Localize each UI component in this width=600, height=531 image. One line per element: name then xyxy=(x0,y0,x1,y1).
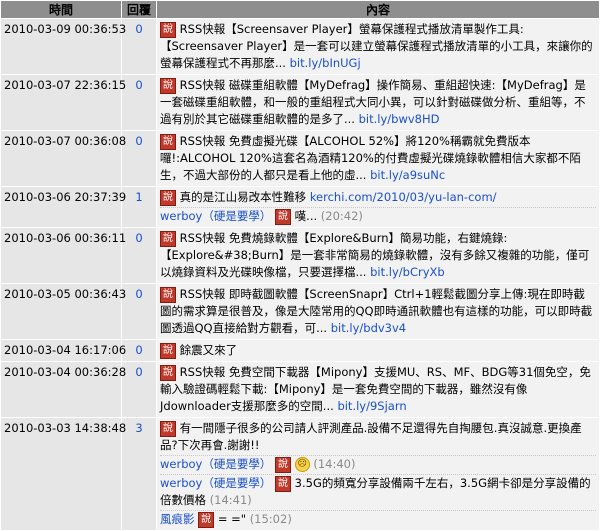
row-time: 2010-03-05 00:36:43 xyxy=(0,283,126,340)
message-text: 有一間隱子很多的公司請人評測產品.設備不足還得先自掏腰包.真沒誠意.更換產品?下… xyxy=(160,421,582,452)
reply-count-link[interactable]: 0 xyxy=(135,22,142,36)
say-badge: 說 xyxy=(160,230,176,247)
row-time: 2010-03-06 20:37:39 xyxy=(0,186,126,228)
message-text: 真的是江山易改本性難移 xyxy=(179,190,310,204)
row-content: 說 RSS快報 免費燒錄軟體【Explore&Burn】簡易功能，右鍵燒錄:【E… xyxy=(156,227,600,284)
message-text: RSS快報【Screensaver Player】螢幕保護程式播放清單製作工具:… xyxy=(160,22,593,70)
message-link[interactable]: bit.ly/bdv3v4 xyxy=(331,321,406,335)
say-badge: 說 xyxy=(275,475,292,492)
table-row: 2010-03-05 00:36:43 0 說 RSS快報 即時截圖軟體【Scree… xyxy=(0,283,600,340)
table-row: 2010-03-04 00:36:28 0 說 RSS快報 免費空間下載器【Mipo… xyxy=(0,361,600,418)
row-content: 說 真的是江山易改本性難移 kerchi.com/2010/03/yu-lan-… xyxy=(156,186,600,228)
message-text: 餘震又來了 xyxy=(179,343,238,357)
row-content: 說 RSS快報 免費空間下載器【Mipony】支援MU、RS、MF、BDG等31… xyxy=(156,361,600,418)
reply-count-link[interactable]: 0 xyxy=(135,78,142,92)
table-row: 2010-03-03 14:38:48 3 說 有一間隱子很多的公司請人評測產品.設… xyxy=(0,417,600,531)
say-badge: 說 xyxy=(160,420,176,437)
reply-count-link[interactable]: 0 xyxy=(135,365,142,379)
row-content: 說 RSS快報【Screensaver Player】螢幕保護程式播放清單製作工… xyxy=(156,18,600,75)
message-link[interactable]: kerchi.com/2010/03/yu-lan-com/ xyxy=(310,190,497,204)
row-content: 說 RSS快報 磁碟重組軟體【MyDefrag】操作簡易、重組超快速:【MyDe… xyxy=(156,74,600,131)
row-reply-count: 0 xyxy=(121,74,157,131)
header-content: 內容 xyxy=(156,0,600,19)
row-time: 2010-03-03 14:38:48 xyxy=(0,417,126,531)
reply-count-link[interactable]: 1 xyxy=(135,190,142,204)
reply-count-link[interactable]: 0 xyxy=(135,231,142,245)
message-link[interactable]: bit.ly/9Sjarn xyxy=(337,399,406,413)
row-content: 說 RSS快報 免費虛擬光碟【ALCOHOL 52%】將120%稱霸就免費版本囉… xyxy=(156,130,600,187)
row-time: 2010-03-04 00:36:28 xyxy=(0,361,126,418)
table-row: 2010-03-06 00:36:11 0 說 RSS快報 免費燒錄軟體【Explo… xyxy=(0,227,600,284)
reply-time: (14:40) xyxy=(313,457,356,471)
say-badge: 說 xyxy=(160,286,176,303)
reply: 風痕影 說 = =" (15:02) xyxy=(160,510,596,528)
reply: werboy（硬是要學） 說 ☹ (14:40) xyxy=(160,455,596,473)
reply: werboy（硬是要學） 說 嘆... (20:42) xyxy=(160,207,596,225)
say-badge: 說 xyxy=(160,342,176,359)
reply-count-link[interactable]: 0 xyxy=(135,343,142,357)
row-reply-count: 0 xyxy=(121,283,157,340)
row-time: 2010-03-04 16:17:06 xyxy=(0,339,126,362)
reply-time: (20:42) xyxy=(320,209,363,223)
say-badge: 說 xyxy=(160,133,176,150)
message-link[interactable]: bit.ly/bCryXb xyxy=(370,265,445,279)
row-time: 2010-03-09 00:36:53 xyxy=(0,18,126,75)
header-count: 回覆 xyxy=(121,0,157,19)
reply-user[interactable]: 風痕影 xyxy=(160,512,195,526)
table-row: 2010-03-07 22:36:15 0 說 RSS快報 磁碟重組軟體【MyDef… xyxy=(0,74,600,131)
say-badge: 說 xyxy=(275,456,292,473)
table-row: 2010-03-07 00:36:08 0 說 RSS快報 免費虛擬光碟【ALCOH… xyxy=(0,130,600,187)
say-badge: 說 xyxy=(160,189,176,206)
row-time: 2010-03-06 00:36:11 xyxy=(0,227,126,284)
table-header-row: 時間 回覆 內容 xyxy=(0,0,600,19)
row-reply-count: 0 xyxy=(121,361,157,418)
reply-count-link[interactable]: 0 xyxy=(135,134,142,148)
row-reply-count: 0 xyxy=(121,130,157,187)
message-link[interactable]: bit.ly/a9suNc xyxy=(370,168,445,182)
row-time: 2010-03-07 00:36:08 xyxy=(0,130,126,187)
reply-time: (14:41) xyxy=(209,493,252,507)
say-badge: 說 xyxy=(160,77,176,94)
say-badge: 說 xyxy=(160,364,176,381)
row-reply-count: 1 xyxy=(121,186,157,228)
reply: werboy（硬是要學） 說 3.5G的頻寬分享設備兩千左右，3.5G網卡卻是分… xyxy=(160,474,596,509)
row-reply-count: 3 xyxy=(121,417,157,531)
say-badge: 說 xyxy=(275,208,292,225)
say-badge: 說 xyxy=(198,511,215,528)
row-reply-count: 0 xyxy=(121,18,157,75)
reply-text: 嘆... xyxy=(294,209,318,223)
row-content: 說 有一間隱子很多的公司請人評測產品.設備不足還得先自掏腰包.真沒誠意.更換產品… xyxy=(156,417,600,531)
reply-count-link[interactable]: 0 xyxy=(135,287,142,301)
reply-user[interactable]: werboy（硬是要學） xyxy=(160,476,271,490)
message-link[interactable]: bit.ly/bwv8HD xyxy=(359,112,440,126)
row-reply-count: 0 xyxy=(121,227,157,284)
reply-time: (15:02) xyxy=(249,512,292,526)
row-time: 2010-03-07 22:36:15 xyxy=(0,74,126,131)
sad-face-icon: ☹ xyxy=(294,457,310,472)
message-table: 時間 回覆 內容 2010-03-09 00:36:53 0 說 RSS快報【Scr… xyxy=(0,0,600,531)
row-reply-count: 0 xyxy=(121,339,157,362)
table-row: 2010-03-09 00:36:53 0 說 RSS快報【Screensaver … xyxy=(0,18,600,75)
message-link[interactable]: bit.ly/bInUGj xyxy=(290,56,361,70)
reply-user[interactable]: werboy（硬是要學） xyxy=(160,457,271,471)
reply-count-link[interactable]: 3 xyxy=(135,421,142,435)
table-row: 2010-03-06 20:37:39 1 說 真的是江山易改本性難移 kerchi… xyxy=(0,186,600,228)
reply-text: = =" xyxy=(217,512,247,526)
header-time: 時間 xyxy=(0,0,122,19)
reply-user[interactable]: werboy（硬是要學） xyxy=(160,209,271,223)
say-badge: 說 xyxy=(160,21,176,38)
table-row: 2010-03-04 16:17:06 0 說 餘震又來了 xyxy=(0,339,600,362)
row-content: 說 RSS快報 即時截圖軟體【ScreenSnapr】Ctrl+1輕鬆截圖分享上… xyxy=(156,283,600,340)
row-content: 說 餘震又來了 xyxy=(156,339,600,362)
